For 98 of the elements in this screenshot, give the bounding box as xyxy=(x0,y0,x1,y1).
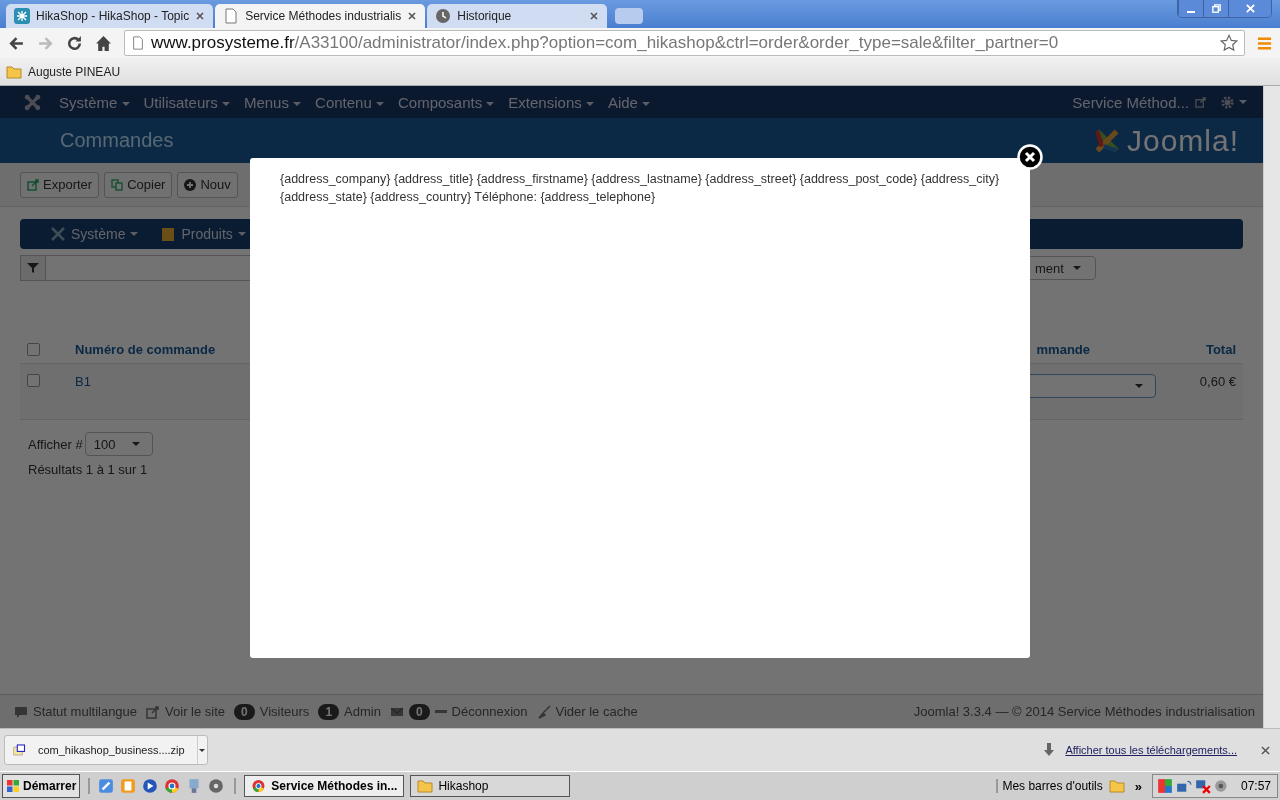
browser-tab[interactable]: HikaShop - HikaShop - Topic xyxy=(6,4,214,28)
status-link[interactable]: Admin xyxy=(344,704,381,719)
column-header[interactable]: Total xyxy=(1186,341,1236,357)
minimize-icon xyxy=(1187,10,1195,13)
address-bar[interactable]: www.prosysteme.fr/A33100/administrator/index.php?option=com_hikashop&ctrl=order&order_type=sale&filter_partner=0 xyxy=(124,30,1245,56)
toolbar-button[interactable]: Nouv xyxy=(177,171,238,198)
restore-button[interactable] xyxy=(1203,0,1228,17)
joomla-logo-text: Joomla! xyxy=(1126,123,1239,158)
status-link[interactable]: Visiteurs xyxy=(259,704,310,719)
menu-item[interactable]: Système xyxy=(50,226,139,242)
share-icon xyxy=(146,704,161,719)
download-icon xyxy=(1043,743,1056,757)
back-icon[interactable] xyxy=(8,34,25,52)
status-link[interactable]: Statut multilangue xyxy=(33,704,138,719)
close-window-button[interactable] xyxy=(1228,0,1271,17)
home-icon[interactable] xyxy=(95,34,112,52)
menu-icon[interactable] xyxy=(1257,35,1272,51)
external-link-icon xyxy=(1195,96,1206,108)
menu-item[interactable]: Menus xyxy=(243,93,302,111)
clock-icon xyxy=(435,8,452,24)
table-cell-text: 0,60 € xyxy=(1198,374,1236,389)
toolbars-label: Mes barres d'outils xyxy=(996,779,1103,793)
column-header[interactable]: mmande xyxy=(1036,341,1090,357)
restore-icon xyxy=(1210,3,1222,14)
archive-icon xyxy=(13,742,26,758)
tab-title: Historique xyxy=(457,9,513,23)
folder-icon xyxy=(417,779,434,793)
download-item[interactable]: com_hikashop_business....zip xyxy=(4,735,208,765)
menu-item[interactable]: Composants xyxy=(398,93,495,111)
status-link[interactable]: Voir le site xyxy=(165,704,226,719)
filter-icon xyxy=(27,262,39,274)
copy-icon xyxy=(111,178,124,191)
file-name: com_hikashop_business....zip xyxy=(37,744,185,756)
order-link[interactable]: B1 xyxy=(75,374,91,389)
address-template-text: {address_company} {address_title} {address_firstname} {address_lastname} {address_street} {address_post_code} {address_city} {address_state} {address_country} Téléphone: {address_telephone} xyxy=(280,171,1000,206)
count-badge: 0 xyxy=(408,703,430,720)
close-icon[interactable] xyxy=(589,11,600,21)
play-icon[interactable] xyxy=(142,778,159,794)
dropdown-button[interactable] xyxy=(196,736,207,764)
site-link[interactable]: Service Méthod... xyxy=(1072,93,1189,111)
page-title: Commandes xyxy=(60,129,174,152)
count-badge: 0 xyxy=(234,703,255,720)
results-text: Résultats 1 à 1 sur 1 xyxy=(28,462,149,477)
page-icon xyxy=(131,36,145,50)
filter-button[interactable] xyxy=(20,255,46,281)
browser-tab[interactable]: Service Méthodes industrialis xyxy=(215,4,426,28)
tab-title: Service Méthodes industrialis xyxy=(245,9,402,23)
expand-toolbars-button[interactable]: » xyxy=(1134,778,1142,794)
network-error-icon[interactable] xyxy=(1194,778,1211,794)
count-badge: 1 xyxy=(318,703,340,720)
close-icon[interactable] xyxy=(195,11,206,21)
limit-label: Afficher # xyxy=(28,436,83,452)
menu-item[interactable]: Contenu xyxy=(315,93,384,111)
tab-title: HikaShop - HikaShop - Topic xyxy=(36,9,190,23)
menu-item[interactable]: Utilisateurs xyxy=(143,93,230,111)
clock: 07:57 xyxy=(1240,779,1271,793)
reload-icon[interactable] xyxy=(66,34,83,52)
toolbar-button[interactable]: Copier xyxy=(104,171,173,198)
settings-icon[interactable] xyxy=(1220,94,1235,110)
app-icon xyxy=(14,8,30,24)
column-header[interactable]: Numéro de commande xyxy=(75,341,216,357)
minus-icon xyxy=(434,710,447,713)
status-link[interactable]: Déconnexion xyxy=(451,704,528,719)
close-button[interactable] xyxy=(1017,144,1043,170)
comment-icon xyxy=(14,704,28,719)
checkbox[interactable] xyxy=(27,342,40,356)
close-icon[interactable] xyxy=(1261,745,1270,755)
close-icon[interactable] xyxy=(407,11,418,21)
plus-icon xyxy=(184,178,197,191)
taskbar-window[interactable]: Service Méthodes in... xyxy=(244,775,405,797)
disc-icon[interactable] xyxy=(208,778,225,794)
export-icon xyxy=(27,178,39,191)
menu-item[interactable]: Extensions xyxy=(508,93,594,111)
menu-item[interactable]: Système xyxy=(59,93,130,111)
checkbox[interactable] xyxy=(27,374,40,387)
folder-icon xyxy=(6,64,22,79)
box-icon xyxy=(160,226,177,242)
close-icon xyxy=(1244,3,1256,14)
chrome-icon xyxy=(251,779,267,793)
edit-icon[interactable] xyxy=(98,778,115,794)
scrollbar[interactable] xyxy=(1263,86,1280,728)
windows-logo-icon xyxy=(6,779,20,793)
browser-tab[interactable]: Historique xyxy=(427,4,608,28)
start-button[interactable]: Démarrer xyxy=(2,774,81,798)
taskbar-window[interactable]: Hikashop xyxy=(410,775,571,797)
url-text: www.prosysteme.fr/A33100/administrator/index.php?option=com_hikashop&ctrl=order&order_type=sale&filter_partner=0 xyxy=(151,33,1060,53)
limit-dropdown[interactable]: 100 xyxy=(84,432,153,456)
menu-item[interactable]: Produits xyxy=(160,226,246,242)
menu-item[interactable]: Aide xyxy=(607,93,651,111)
minimize-button[interactable] xyxy=(1178,0,1203,17)
bookmark-folder[interactable]: Auguste PINEAU xyxy=(6,64,121,79)
status-link[interactable]: Vider le cache xyxy=(555,704,638,719)
toolbar-button[interactable]: Exporter xyxy=(20,171,100,198)
chrome-icon[interactable] xyxy=(164,778,181,794)
page-icon xyxy=(223,8,240,24)
star-icon[interactable] xyxy=(1220,34,1238,52)
show-all-downloads-link[interactable]: Afficher tous les téléchargements... xyxy=(1065,744,1237,756)
copyright-text: Joomla! 3.3.4 — © 2014 Service Méthodes industrialisation xyxy=(913,704,1255,719)
